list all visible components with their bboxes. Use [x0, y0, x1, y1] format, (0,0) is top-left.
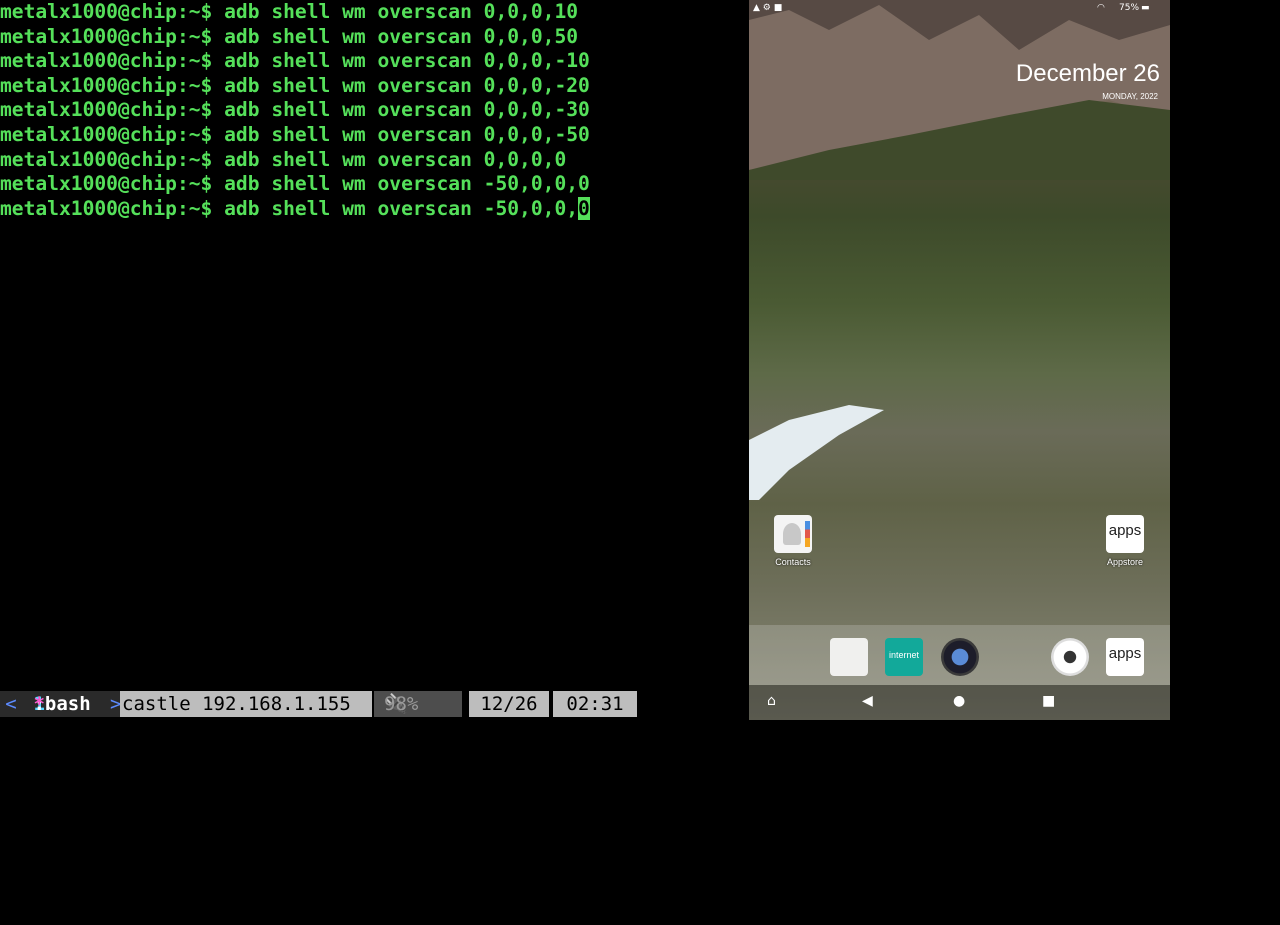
tmux-time: 02:31 [553, 691, 637, 717]
camera-shutter-icon[interactable] [1051, 638, 1089, 676]
command: adb shell wm overscan 0,0,0,-10 [224, 49, 590, 73]
terminal-line: metalx1000@chip:~$ adb shell wm overscan… [0, 148, 640, 173]
home-button-icon[interactable]: ● [953, 693, 965, 709]
app-appstore[interactable]: apps Appstore [1095, 515, 1155, 567]
terminal-line: metalx1000@chip:~$ adb shell wm overscan… [0, 123, 640, 148]
tmux-status-bar: < 1:bash * > castle 192.168.1.155 🔌 98% 12… [0, 691, 640, 717]
appstore-icon[interactable]: apps [1106, 638, 1144, 676]
tmux-date: 12/26 [469, 691, 549, 717]
docs-icon[interactable] [830, 638, 868, 676]
app-dock: internet apps [749, 625, 1170, 685]
command: adb shell wm overscan 0,0,0,-50 [224, 122, 590, 146]
command: adb shell wm overscan 0,0,0,0 [224, 147, 567, 171]
command: adb shell wm overscan 0,0,0,-20 [224, 73, 590, 97]
prompt: metalx1000@chip:~$ [0, 196, 213, 220]
terminal-line: metalx1000@chip:~$ adb shell wm overscan… [0, 25, 640, 50]
terminal-line: metalx1000@chip:~$ adb shell wm overscan… [0, 98, 640, 123]
tmux-left-marker: < [0, 691, 22, 717]
app-label: Appstore [1106, 557, 1144, 567]
tmux-battery-value: 98% [384, 693, 419, 715]
prompt: metalx1000@chip:~$ [0, 73, 213, 97]
prompt: metalx1000@chip:~$ [0, 24, 213, 48]
app-contacts[interactable]: Contacts [763, 515, 823, 567]
android-phone-screen[interactable]: ▲ ⚙ ■ ◠ 75% ▬ December 26 MONDAY, 2022 C… [749, 0, 1170, 720]
silk-browser-icon[interactable]: internet [885, 638, 923, 676]
clock-date: December 26 [1015, 60, 1160, 87]
battery-percent: 75% [1119, 3, 1140, 13]
clock-day: MONDAY, 2022 [1102, 92, 1158, 101]
text-cursor: 0 [578, 196, 590, 220]
battery-icon: ▬ [1141, 3, 1150, 13]
command-input[interactable]: adb shell wm overscan -50,0,0, [224, 197, 578, 220]
prompt: metalx1000@chip:~$ [0, 172, 213, 196]
wallpaper-mountains [749, 0, 1170, 180]
terminal-window[interactable]: metalx1000@chip:~$ adb shell wm overscan… [0, 0, 640, 720]
android-status-bar: ▲ ⚙ ■ ◠ 75% ▬ [749, 0, 1170, 20]
back-button-icon[interactable]: ◀ [862, 693, 873, 709]
tmux-hostname: castle 192.168.1.155 [120, 691, 372, 717]
tmux-window-tab[interactable]: 1:bash * [22, 691, 118, 717]
terminal-output: metalx1000@chip:~$ adb shell wm overscan… [0, 0, 640, 221]
prompt: metalx1000@chip:~$ [0, 49, 213, 73]
app-label: Contacts [775, 557, 811, 567]
wallpaper-snow-patch [749, 405, 884, 500]
recents-button-icon[interactable]: ■ [1042, 693, 1055, 709]
terminal-line: metalx1000@chip:~$ adb shell wm overscan… [0, 0, 640, 25]
tmux-window-flag: * [33, 693, 45, 715]
wifi-icon: ◠ [1097, 3, 1105, 13]
prompt: metalx1000@chip:~$ [0, 98, 213, 122]
appstore-icon: apps [1106, 515, 1144, 553]
android-nav-bar: ⌂ ◀ ● ■ [749, 685, 1170, 720]
notification-icon: ▲ ⚙ ■ [753, 3, 783, 13]
command: adb shell wm overscan -50,0,0,0 [224, 172, 590, 196]
terminal-line: metalx1000@chip:~$ adb shell wm overscan… [0, 172, 640, 197]
tmux-battery: 🔌 98% [374, 691, 462, 717]
prompt: metalx1000@chip:~$ [0, 0, 213, 23]
command: adb shell wm overscan 0,0,0,-30 [224, 98, 590, 122]
terminal-line: metalx1000@chip:~$ adb shell wm overscan… [0, 74, 640, 99]
prompt: metalx1000@chip:~$ [0, 122, 213, 146]
music-speaker-icon[interactable] [941, 638, 979, 676]
contacts-icon [774, 515, 812, 553]
prompt: metalx1000@chip:~$ [0, 147, 213, 171]
command: adb shell wm overscan 0,0,0,10 [224, 0, 579, 23]
command: adb shell wm overscan 0,0,0,50 [224, 24, 579, 48]
terminal-line: metalx1000@chip:~$ adb shell wm overscan… [0, 49, 640, 74]
terminal-input-line[interactable]: metalx1000@chip:~$ adb shell wm overscan… [0, 196, 640, 222]
home-alt-icon[interactable]: ⌂ [767, 693, 776, 709]
